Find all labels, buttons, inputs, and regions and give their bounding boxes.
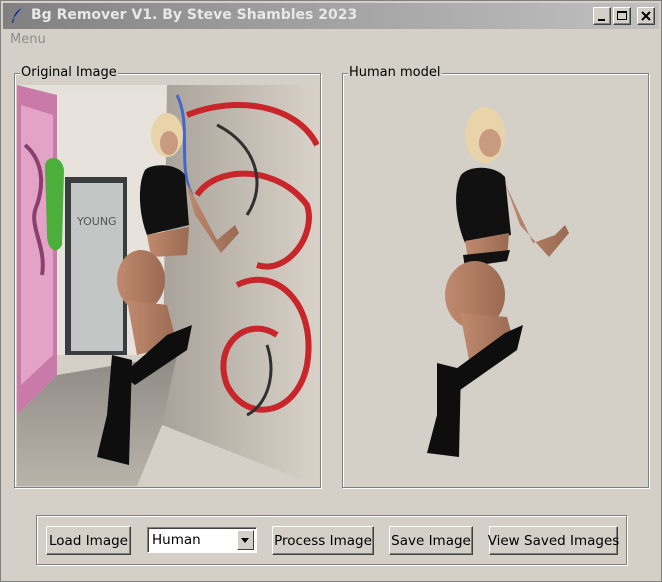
result-image (345, 85, 647, 486)
original-photo-illustration: YOUNG (17, 85, 319, 486)
action-toolbar: Load Image Human Process Image Save Imag… (36, 515, 627, 565)
close-icon (641, 11, 651, 21)
close-button[interactable] (637, 7, 655, 25)
model-select[interactable]: Human (147, 527, 257, 553)
maximize-icon (617, 11, 627, 20)
original-image: YOUNG (17, 85, 319, 486)
original-image-label: Original Image (20, 65, 118, 81)
model-select-value: Human (152, 532, 201, 548)
maximize-button[interactable] (613, 7, 631, 25)
result-image-panel: Human model (342, 65, 649, 488)
dropdown-arrow-button[interactable] (237, 530, 254, 550)
title-bar[interactable]: Bg Remover V1. By Steve Shambles 2023 (3, 3, 659, 29)
svg-text:YOUNG: YOUNG (76, 215, 117, 228)
minimize-icon (598, 19, 605, 21)
original-image-panel: Original Image YOUNG (14, 65, 321, 488)
save-image-button[interactable]: Save Image (389, 526, 473, 555)
menu-bar: Menu (10, 32, 46, 47)
result-image-label: Human model (348, 65, 442, 81)
process-image-button[interactable]: Process Image (272, 526, 374, 555)
load-image-button[interactable]: Load Image (46, 526, 131, 555)
cutout-illustration (427, 107, 569, 457)
view-saved-images-button[interactable]: View Saved Images (488, 526, 619, 555)
window-title: Bg Remover V1. By Steve Shambles 2023 (31, 7, 358, 23)
menu-item[interactable]: Menu (10, 32, 46, 47)
chevron-down-icon (241, 538, 249, 543)
feather-icon (12, 7, 23, 23)
minimize-button[interactable] (593, 7, 611, 25)
app-window: Bg Remover V1. By Steve Shambles 2023 Me… (0, 0, 662, 582)
